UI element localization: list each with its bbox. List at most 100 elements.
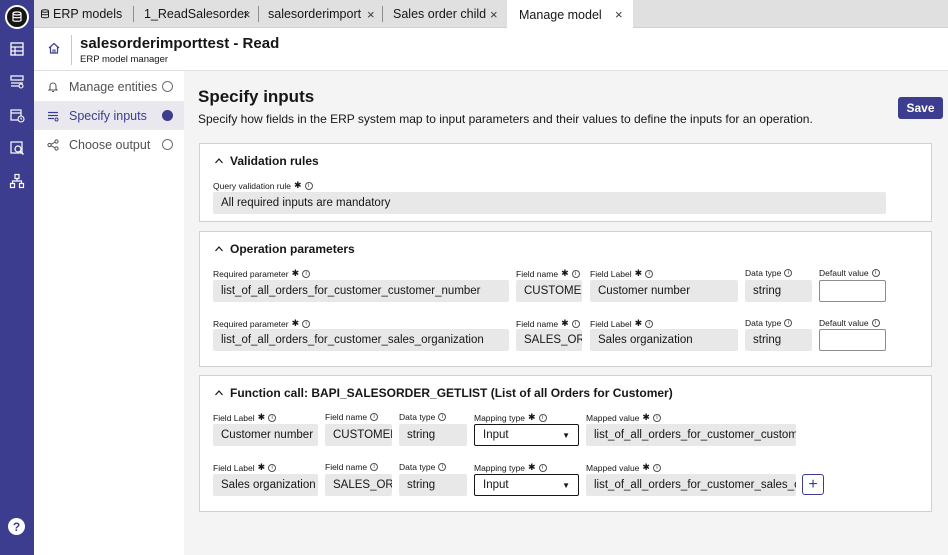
info-icon: i xyxy=(571,269,580,278)
query-validation-rule-field[interactable]: All required inputs are mandatory xyxy=(213,192,886,214)
required-icon: ✱ xyxy=(642,462,650,472)
nav-item-choose-output[interactable]: Choose output xyxy=(34,130,184,159)
close-icon[interactable]: × xyxy=(490,7,498,22)
tab-label: 1_ReadSalesorder xyxy=(144,7,249,21)
info-icon: i xyxy=(645,269,654,278)
data-type-field[interactable]: string xyxy=(745,280,812,302)
tab-bar: ERP models 1_ReadSalesorder × salesorder… xyxy=(34,0,948,29)
mapping-type-select[interactable]: Input ▼ xyxy=(474,424,579,446)
home-icon[interactable] xyxy=(47,41,61,55)
field-label: Field name i xyxy=(325,462,379,472)
mapped-value-field[interactable]: list_of_all_orders_for_customer_customer… xyxy=(586,424,796,446)
required-icon: ✱ xyxy=(642,412,650,422)
default-value-input[interactable] xyxy=(819,280,886,302)
function-data-type-field[interactable]: string xyxy=(399,474,467,496)
field-label: Field name i xyxy=(325,412,379,422)
chevron-up-icon xyxy=(215,246,223,252)
required-parameter-field[interactable]: list_of_all_orders_for_customer_sales_or… xyxy=(213,329,509,351)
info-icon: i xyxy=(538,463,547,472)
operation-parameters-header[interactable]: Operation parameters xyxy=(214,242,355,256)
list-icon xyxy=(48,111,59,121)
help-icon[interactable]: ? xyxy=(8,518,25,535)
info-icon: i xyxy=(784,269,793,277)
field-label: Field Label ✱ i xyxy=(590,268,654,279)
validation-rules-header[interactable]: Validation rules xyxy=(214,154,319,168)
function-field-name-field[interactable]: CUSTOMER_NUMBER xyxy=(325,424,392,446)
bell-icon xyxy=(47,81,59,92)
mapping-type-select[interactable]: Input ▼ xyxy=(474,474,579,496)
step-status-indicator xyxy=(162,110,173,121)
nav-item-specify-inputs[interactable]: Specify inputs xyxy=(34,101,184,130)
calendar-clock-icon[interactable] xyxy=(8,106,26,124)
card-title: Function call: BAPI_SALESORDER_GETLIST (… xyxy=(230,386,673,400)
section-description: Specify how fields in the ERP system map… xyxy=(198,112,813,126)
function-field-label-field[interactable]: Customer number xyxy=(213,424,318,446)
tab-erp-models[interactable]: ERP models xyxy=(34,0,134,28)
field-label-field[interactable]: Customer number xyxy=(590,280,738,302)
table-icon[interactable] xyxy=(8,40,26,58)
nav-item-label: Choose output xyxy=(69,137,151,152)
info-icon: i xyxy=(652,463,661,472)
required-icon: ✱ xyxy=(528,412,536,422)
field-label: Field Label ✱ i xyxy=(590,318,654,329)
required-icon: ✱ xyxy=(293,180,302,190)
tab-1-readsalesorder[interactable]: 1_ReadSalesorder × xyxy=(133,0,259,28)
caret-down-icon: ▼ xyxy=(562,480,570,490)
tab-label: salesorderimport... xyxy=(268,7,362,21)
chevron-up-icon xyxy=(215,390,223,396)
info-icon: i xyxy=(538,413,547,422)
field-name-field[interactable]: SALES_ORGANIZATION xyxy=(516,329,582,351)
nav-item-label: Manage entities xyxy=(69,79,158,94)
default-value-input[interactable] xyxy=(819,329,886,351)
mapped-value-field[interactable]: list_of_all_orders_for_customer_sales_or… xyxy=(586,474,796,496)
page-header: salesorderimporttest - Read ERP model ma… xyxy=(34,28,948,71)
tab-divider xyxy=(382,6,383,22)
field-label: Data type i xyxy=(399,462,447,472)
info-icon: i xyxy=(652,413,661,422)
field-label: Query validation rule ✱ i xyxy=(213,180,313,191)
info-icon: i xyxy=(304,181,313,190)
tab-label: ERP models xyxy=(53,7,123,21)
validation-rules-card: Validation rules Query validation rule ✱ i… xyxy=(199,143,932,222)
info-icon: i xyxy=(370,413,379,421)
step-status-indicator xyxy=(162,81,173,92)
function-call-header[interactable]: Function call: BAPI_SALESORDER_GETLIST (… xyxy=(214,386,673,400)
function-field-label-field[interactable]: Sales organization xyxy=(213,474,318,496)
app-logo-icon[interactable] xyxy=(5,5,29,29)
card-title: Operation parameters xyxy=(230,242,355,256)
field-name-field[interactable]: CUSTOMER_NUMBER xyxy=(516,280,582,302)
add-row-button[interactable]: + xyxy=(802,474,824,495)
close-icon[interactable]: × xyxy=(615,7,623,22)
tab-sales-order-child[interactable]: Sales order child ... × xyxy=(382,0,508,28)
data-type-field[interactable]: string xyxy=(745,329,812,351)
save-button[interactable]: Save xyxy=(898,97,943,119)
field-label-field[interactable]: Sales organization xyxy=(590,329,738,351)
tab-label: Sales order child ... xyxy=(393,7,489,21)
required-icon: ✱ xyxy=(528,462,536,472)
required-parameter-field[interactable]: list_of_all_orders_for_customer_customer… xyxy=(213,280,509,302)
nav-item-label: Specify inputs xyxy=(69,108,147,123)
required-icon: ✱ xyxy=(561,268,569,278)
hierarchy-icon[interactable] xyxy=(8,172,26,190)
data-flow-icon[interactable] xyxy=(8,73,26,91)
search-data-icon[interactable] xyxy=(8,139,26,157)
field-label: Required parameter ✱ i xyxy=(213,318,311,329)
network-icon xyxy=(47,138,59,151)
chevron-up-icon xyxy=(215,158,223,164)
section-title: Specify inputs xyxy=(198,87,315,106)
tab-manage-model[interactable]: Manage model × xyxy=(507,0,633,29)
close-icon[interactable]: × xyxy=(367,7,375,22)
nav-item-manage-entities[interactable]: Manage entities xyxy=(34,72,184,101)
field-label: Field name ✱ i xyxy=(516,318,580,329)
app-rail: ? xyxy=(0,0,34,555)
step-navigation: Manage entities Specify inputs Choose ou… xyxy=(34,71,184,555)
function-call-card: Function call: BAPI_SALESORDER_GETLIST (… xyxy=(199,375,932,512)
function-data-type-field[interactable]: string xyxy=(399,424,467,446)
function-field-name-field[interactable]: SALES_ORGANIZATION xyxy=(325,474,392,496)
field-label: Mapped value ✱ i xyxy=(586,462,661,473)
database-icon xyxy=(41,9,49,19)
close-icon[interactable]: × xyxy=(243,7,251,22)
info-icon: i xyxy=(302,319,311,328)
required-icon: ✱ xyxy=(291,318,300,328)
tab-salesorderimport[interactable]: salesorderimport... × xyxy=(258,0,383,28)
